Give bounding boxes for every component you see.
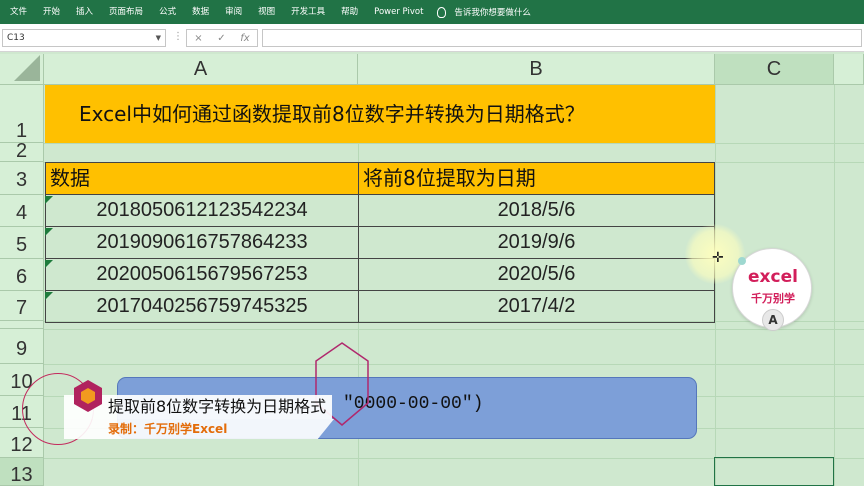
sparkle-icon xyxy=(738,257,746,265)
tab-formulas[interactable]: 公式 xyxy=(151,0,184,24)
caption-title: 提取前8位数字转换为日期格式 xyxy=(64,395,333,419)
row-header-2[interactable]: 2 xyxy=(0,143,44,162)
error-indicator-icon[interactable] xyxy=(45,260,53,268)
row-header-7[interactable]: 7 xyxy=(0,291,44,321)
tab-page-layout[interactable]: 页面布局 xyxy=(101,0,151,24)
column-header-b[interactable]: B xyxy=(358,54,715,85)
formula-input[interactable] xyxy=(262,29,862,47)
logo-subtext: 千万别学 xyxy=(751,292,795,305)
error-indicator-icon[interactable] xyxy=(45,228,53,236)
error-indicator-icon[interactable] xyxy=(45,292,53,300)
row-header-4[interactable]: 4 xyxy=(0,195,44,227)
name-box[interactable]: C13 ▼ xyxy=(2,29,166,47)
column-header-next[interactable] xyxy=(834,54,864,85)
row-header-13[interactable]: 13 xyxy=(0,458,44,486)
header-cell-date[interactable]: 将前8位提取为日期 xyxy=(358,162,715,195)
grid-line xyxy=(715,85,716,486)
row-header-6[interactable]: 6 xyxy=(0,259,44,291)
tell-me-text: 告诉我你想要做什么 xyxy=(454,8,531,18)
logo-text: excel xyxy=(748,267,798,287)
row-header-3[interactable]: 3 xyxy=(0,162,44,195)
data-cell-a7[interactable]: 2017040256759745325 xyxy=(45,291,359,323)
caption-recorder: 录制：千万别学Excel xyxy=(64,419,334,439)
chevron-down-icon[interactable]: ▼ xyxy=(156,30,161,46)
data-cell-b4[interactable]: 2018/5/6 xyxy=(358,195,715,227)
column-header-a[interactable]: A xyxy=(44,54,358,85)
tab-data[interactable]: 数据 xyxy=(184,0,217,24)
cancel-icon[interactable]: × xyxy=(194,33,202,44)
data-cell-b5[interactable]: 2019/9/6 xyxy=(358,227,715,259)
tab-developer[interactable]: 开发工具 xyxy=(283,0,333,24)
excel-window: 文件 开始 插入 页面布局 公式 数据 审阅 视图 开发工具 帮助 Power … xyxy=(0,0,864,486)
ribbon-tab-bar: 文件 开始 插入 页面布局 公式 数据 审阅 视图 开发工具 帮助 Power … xyxy=(0,0,864,24)
sheet-title-cell[interactable]: Excel中如何通过函数提取前8位数字并转换为日期格式？ xyxy=(45,85,715,143)
data-cell-a5[interactable]: 2019090616757864233 xyxy=(45,227,359,259)
insert-function-icon[interactable]: fx xyxy=(240,33,249,44)
select-all-icon xyxy=(14,55,40,81)
row-header-1[interactable]: 1 xyxy=(0,85,44,143)
hexagon-logo-icon xyxy=(74,380,102,412)
data-cell-a6[interactable]: 2020050615679567253 xyxy=(45,259,359,291)
data-cell-a4[interactable]: 2018050612123542234 xyxy=(45,195,359,227)
tab-file[interactable]: 文件 xyxy=(0,0,35,24)
tab-home[interactable]: 开始 xyxy=(35,0,68,24)
tell-me-box[interactable]: 告诉我你想要做什么 xyxy=(437,6,531,18)
error-indicator-icon[interactable] xyxy=(45,196,53,204)
grid-line xyxy=(44,364,864,365)
tab-power-pivot[interactable]: Power Pivot xyxy=(366,0,431,24)
column-header-c[interactable]: C xyxy=(715,54,834,85)
row-header-9[interactable]: 9 xyxy=(0,329,44,364)
logo-badge: A xyxy=(762,309,784,331)
formula-buttons: × ✓ fx xyxy=(186,29,258,47)
formula-bar: C13 ▼ ⋮ × ✓ fx xyxy=(0,24,864,52)
header-cell-data[interactable]: 数据 xyxy=(45,162,359,195)
row-header-8[interactable] xyxy=(0,321,44,329)
grid-line xyxy=(44,329,864,330)
lightbulb-icon xyxy=(437,6,447,18)
tab-help[interactable]: 帮助 xyxy=(333,0,366,24)
grid-line xyxy=(44,143,864,144)
tab-insert[interactable]: 插入 xyxy=(68,0,101,24)
grip-dots-icon[interactable]: ⋮ xyxy=(173,31,183,42)
data-cell-b7[interactable]: 2017/4/2 xyxy=(358,291,715,323)
grid-line xyxy=(834,85,835,486)
data-cell-b6[interactable]: 2020/5/6 xyxy=(358,259,715,291)
tab-review[interactable]: 审阅 xyxy=(217,0,250,24)
selected-cell-c13[interactable] xyxy=(714,457,834,486)
name-box-value: C13 xyxy=(7,33,25,43)
select-all-corner[interactable] xyxy=(0,54,44,85)
cursor-crosshair-icon: ✛ xyxy=(712,250,724,266)
confirm-icon[interactable]: ✓ xyxy=(217,33,225,44)
tab-view[interactable]: 视图 xyxy=(250,0,283,24)
row-header-5[interactable]: 5 xyxy=(0,227,44,259)
